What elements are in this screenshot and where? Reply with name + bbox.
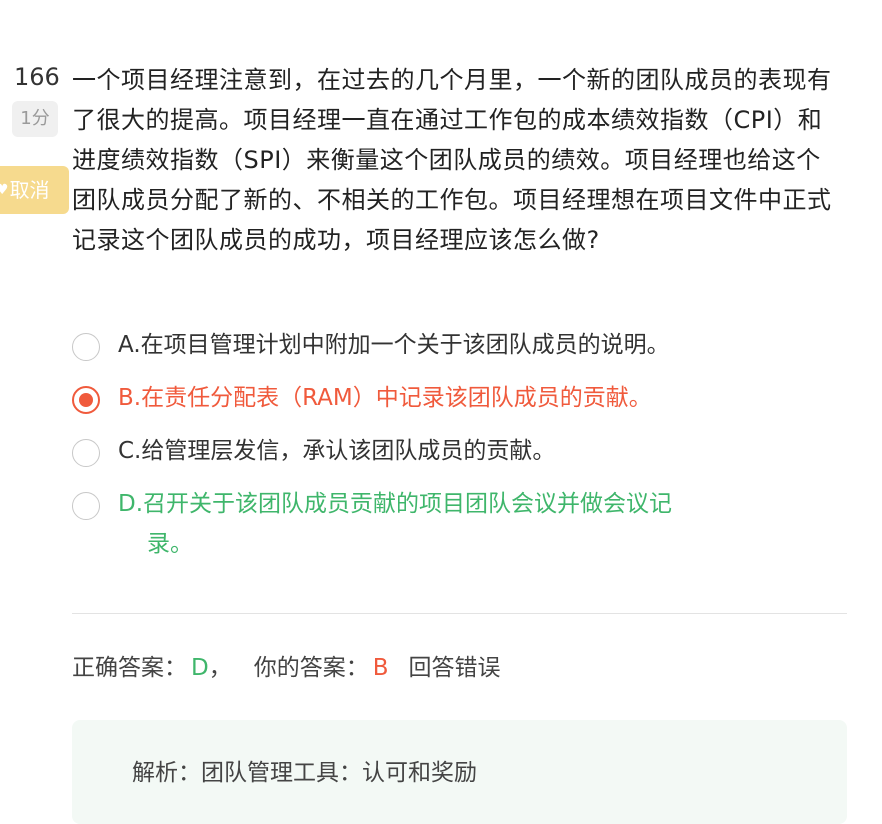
your-answer-label: 你的答案：	[253, 655, 369, 681]
radio-button[interactable]	[72, 333, 100, 361]
option-label: C.给管理层发信，承认该团队成员的贡献。	[118, 438, 556, 464]
score-badge: 1分	[12, 101, 58, 137]
answer-summary: 正确答案： D， 你的答案： B 回答错误	[72, 648, 501, 688]
your-answer-value: B	[372, 655, 389, 681]
option-label: A.在项目管理计划中附加一个关于该团队成员的说明。	[118, 332, 670, 358]
option-label-wrapper: D.召开关于该团队成员贡献的项目团队会议并做会议记 录。	[118, 484, 832, 564]
options-list: A.在项目管理计划中附加一个关于该团队成员的说明。 B.在责任分配表（RAM）中…	[72, 325, 832, 577]
radio-button-checked[interactable]	[72, 386, 100, 414]
analysis-box: 解析：团队管理工具：认可和奖励	[72, 720, 847, 824]
option-d[interactable]: D.召开关于该团队成员贡献的项目团队会议并做会议记 录。	[72, 484, 832, 564]
radio-button[interactable]	[72, 492, 100, 520]
heart-icon: ♥	[0, 182, 9, 198]
correct-answer-label: 正确答案：	[72, 655, 187, 681]
option-label-continuation: 录。	[147, 531, 193, 557]
analysis-content: 团队管理工具：认可和奖励	[201, 760, 477, 786]
cancel-favorite-button[interactable]: ♥ 取消	[0, 166, 69, 214]
option-label: B.在责任分配表（RAM）中记录该团队成员的贡献。	[118, 385, 652, 411]
cancel-label: 取消	[9, 178, 50, 202]
option-label: D.召开关于该团队成员贡献的项目团队会议并做会议记	[118, 491, 673, 517]
question-card: 166 1分 ♥ 取消 一个项目经理注意到，在过去的几个月里，一个新的团队成员的…	[0, 0, 882, 824]
divider	[72, 613, 847, 614]
option-c[interactable]: C.给管理层发信，承认该团队成员的贡献。	[72, 431, 832, 471]
answer-separator: ，	[208, 655, 232, 681]
question-number: 166	[14, 63, 60, 91]
option-a[interactable]: A.在项目管理计划中附加一个关于该团队成员的说明。	[72, 325, 832, 365]
question-text: 一个项目经理注意到，在过去的几个月里，一个新的团队成员的表现有了很大的提高。项目…	[72, 66, 832, 254]
option-b[interactable]: B.在责任分配表（RAM）中记录该团队成员的贡献。	[72, 378, 832, 418]
analysis-label: 解析：	[132, 760, 201, 786]
correct-answer-value: D	[191, 655, 209, 681]
analysis-text: 解析：团队管理工具：认可和奖励	[132, 753, 477, 793]
answer-result: 回答错误	[408, 655, 501, 681]
radio-button[interactable]	[72, 439, 100, 467]
